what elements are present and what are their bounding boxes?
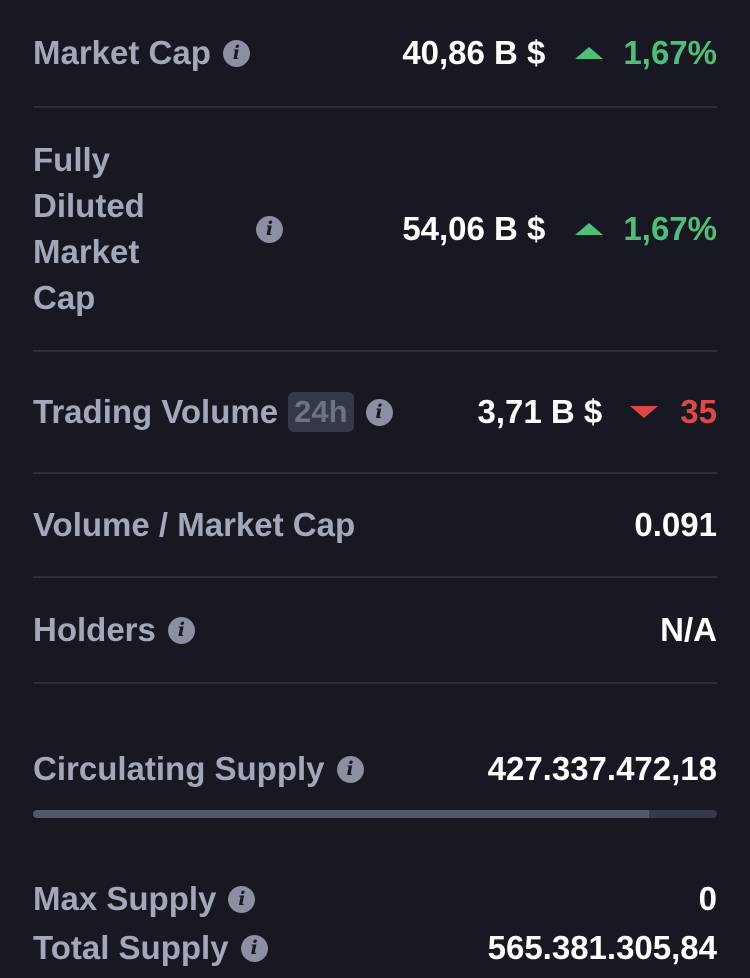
circulating-value: 427.337.472,18 (487, 750, 717, 787)
fdv-label-4: Cap (33, 279, 96, 316)
info-icon[interactable]: i (240, 934, 268, 962)
total-supply-row: Total Supply i 565.381.305,84 (33, 918, 717, 978)
market-cap-label: Market Cap (33, 34, 211, 71)
fdv-label-2: Diluted (33, 187, 145, 224)
total-supply-label: Total Supply (33, 929, 229, 966)
max-supply-label: Max Supply (33, 880, 217, 917)
holders-row: Holders i N/A (33, 578, 717, 684)
arrow-up-icon (575, 223, 604, 235)
timeframe-badge[interactable]: 24h (288, 392, 354, 432)
info-icon[interactable]: i (256, 215, 283, 243)
max-supply-row: Max Supply i 0 (33, 818, 717, 918)
volume-row: Trading Volume 24h i 3,71 B $ 35 (33, 352, 717, 474)
fdv-row: Fully Diluted Market Cap i 54,06 B $ 1,67% (33, 108, 717, 352)
info-icon[interactable]: i (365, 398, 393, 426)
volume-change: 35 (680, 393, 717, 430)
circulating-label: Circulating Supply (33, 750, 325, 787)
total-supply-value: 565.381.305,84 (487, 929, 717, 966)
circulating-row: Circulating Supply i 427.337.472,18 (33, 684, 717, 788)
arrow-up-icon (575, 47, 604, 59)
vol-mcap-label: Volume / Market Cap (33, 506, 356, 543)
info-icon[interactable]: i (222, 39, 250, 67)
fdv-label-1: Fully (33, 141, 111, 178)
holders-label: Holders (33, 611, 156, 648)
info-icon[interactable]: i (336, 755, 364, 783)
max-supply-value: 0 (698, 880, 717, 917)
holders-value: N/A (660, 611, 717, 648)
fdv-change: 1,67% (623, 210, 717, 247)
info-icon[interactable]: i (228, 885, 256, 913)
volume-value: 3,71 B $ (477, 393, 603, 430)
market-cap-change: 1,67% (623, 34, 717, 71)
fdv-label-3: Market (33, 233, 140, 270)
progress-fill (33, 810, 649, 818)
info-icon[interactable]: i (167, 616, 195, 644)
volume-label: Trading Volume (33, 393, 279, 430)
fdv-value: 54,06 B $ (402, 210, 546, 247)
circulating-progress-bar (33, 810, 717, 818)
market-cap-value: 40,86 B $ (402, 34, 546, 71)
vol-mcap-value: 0.091 (634, 506, 717, 543)
market-cap-row: Market Cap i 40,86 B $ 1,67% (33, 0, 717, 108)
vol-mcap-row: Volume / Market Cap 0.091 (33, 474, 717, 578)
arrow-down-icon (630, 406, 659, 418)
